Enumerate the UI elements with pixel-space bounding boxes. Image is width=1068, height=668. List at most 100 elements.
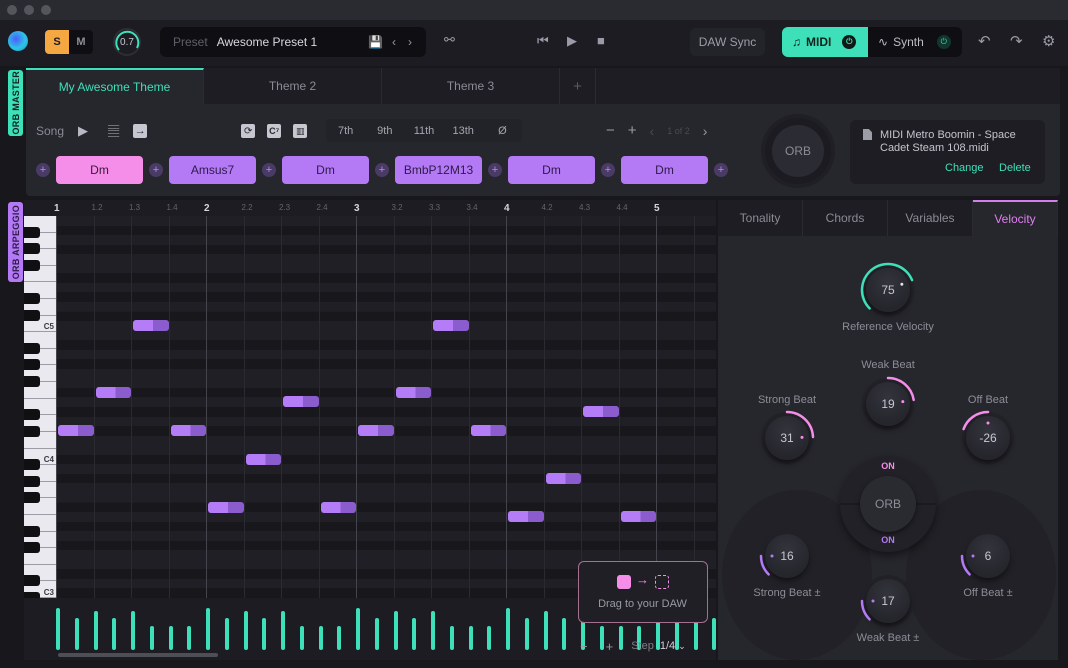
midi-note[interactable] xyxy=(433,320,469,332)
insert-chord-button[interactable]: + xyxy=(488,163,502,177)
velocity-bar[interactable] xyxy=(487,626,492,650)
velocity-bar[interactable] xyxy=(449,626,454,650)
change-file-link[interactable]: Change xyxy=(945,162,984,174)
link-icon[interactable]: ⚯ xyxy=(444,32,455,48)
chord-block[interactable]: Dm xyxy=(621,156,708,184)
chord-block[interactable]: Dm xyxy=(508,156,595,184)
velocity-bar[interactable] xyxy=(299,626,304,650)
reference-velocity-knob[interactable]: 75 xyxy=(860,262,914,312)
orb-master-tag[interactable]: ORB MASTER xyxy=(8,70,23,136)
tab-chords[interactable]: Chords xyxy=(803,200,888,236)
midi-note[interactable] xyxy=(320,501,356,513)
on-top-label[interactable]: ON xyxy=(840,461,936,471)
velocity-bar[interactable] xyxy=(374,618,379,650)
insert-chord-button[interactable]: + xyxy=(601,163,615,177)
ext-7th-button[interactable]: 7th xyxy=(326,119,365,142)
midi-note[interactable] xyxy=(395,386,431,398)
velocity-bar[interactable] xyxy=(243,610,248,650)
midi-note[interactable] xyxy=(620,511,656,523)
ext-none-button[interactable]: Ø xyxy=(483,119,522,142)
ext-11th-button[interactable]: 11th xyxy=(404,119,443,142)
midi-note[interactable] xyxy=(283,396,319,408)
tab-tonality[interactable]: Tonality xyxy=(718,200,803,236)
preset-selector[interactable]: Preset Awesome Preset 1 💾 ‹ › xyxy=(160,27,426,57)
song-play-icon[interactable]: ▶ xyxy=(78,123,88,139)
midi-note[interactable] xyxy=(170,425,206,437)
velocity-bar[interactable] xyxy=(206,608,210,650)
velocity-bar[interactable] xyxy=(356,608,360,650)
black-key[interactable] xyxy=(24,492,40,504)
velocity-bar[interactable] xyxy=(543,610,548,650)
save-preset-icon[interactable]: 💾 xyxy=(368,35,383,49)
drag-to-daw-box[interactable]: → Drag to your DAW xyxy=(578,561,708,623)
off-beat-knob[interactable]: -26 xyxy=(962,410,1010,460)
zoom-out-button[interactable]: − xyxy=(580,639,588,654)
black-key[interactable] xyxy=(24,342,40,354)
prev-preset-icon[interactable]: ‹ xyxy=(392,35,396,49)
zoom-window-button[interactable] xyxy=(41,5,51,15)
midi-mode-button[interactable]: ♫ MIDI ⏻ xyxy=(782,27,868,57)
black-key[interactable] xyxy=(24,243,40,255)
orb-center-button[interactable]: ORB xyxy=(860,476,916,532)
insert-chord-button[interactable]: + xyxy=(375,163,389,177)
prev-page-icon[interactable]: ‹ xyxy=(650,123,655,139)
horizontal-scrollbar[interactable] xyxy=(58,653,218,657)
black-key[interactable] xyxy=(24,359,40,371)
synth-power-icon[interactable]: ⏻ xyxy=(936,35,951,49)
insert-chord-button[interactable]: + xyxy=(149,163,163,177)
on-bottom-label[interactable]: ON xyxy=(840,535,936,545)
solo-button[interactable]: S xyxy=(45,30,69,54)
weak-beat-knob[interactable]: 19 xyxy=(866,376,915,426)
chord-block[interactable]: BmbP12M13 xyxy=(395,156,482,184)
velocity-bar[interactable] xyxy=(412,618,417,650)
black-key[interactable] xyxy=(24,226,40,238)
tab-velocity[interactable]: Velocity xyxy=(973,200,1058,236)
off-beat-range-knob[interactable]: 6 xyxy=(960,534,1010,578)
strong-beat-range-knob[interactable]: 16 xyxy=(759,534,809,578)
insert-chord-button[interactable]: + xyxy=(36,163,50,177)
tab-theme-1[interactable]: My Awesome Theme xyxy=(26,68,204,104)
black-key[interactable] xyxy=(24,409,40,421)
midi-note[interactable] xyxy=(545,472,581,484)
midi-power-icon[interactable]: ⏻ xyxy=(842,35,857,49)
tab-variables[interactable]: Variables xyxy=(888,200,973,236)
midi-note[interactable] xyxy=(245,453,281,465)
settings-gear-icon[interactable]: ⚙ xyxy=(1042,32,1055,50)
velocity-bar[interactable] xyxy=(506,608,510,650)
chord-block[interactable]: Dm xyxy=(56,156,143,184)
midi-note[interactable] xyxy=(208,501,244,513)
midi-note[interactable] xyxy=(133,320,169,332)
black-key[interactable] xyxy=(24,475,40,487)
black-key[interactable] xyxy=(24,525,40,537)
velocity-bar[interactable] xyxy=(262,618,267,650)
velocity-bar[interactable] xyxy=(468,626,473,650)
midi-note[interactable] xyxy=(58,425,94,437)
velocity-bar[interactable] xyxy=(168,626,173,650)
add-chord-button[interactable]: + xyxy=(628,122,637,139)
black-key[interactable] xyxy=(24,425,40,437)
velocity-bar[interactable] xyxy=(93,610,98,650)
velocity-bar[interactable] xyxy=(562,618,567,650)
timeline-ruler[interactable]: 1 1.2 1.3 1.4 2 2.2 2.3 2.4 3 3.2 3.3 3.4 4 4.2 4.3 4.4… xyxy=(24,200,716,216)
master-volume-knob[interactable]: 0.7 xyxy=(113,28,141,56)
refresh-icon[interactable]: ⟳ xyxy=(241,124,256,138)
piano-icon[interactable]: 𝄚 xyxy=(108,123,119,140)
keyboard-icon[interactable]: ▥ xyxy=(293,124,308,138)
black-key[interactable] xyxy=(24,575,40,587)
velocity-bar[interactable] xyxy=(524,618,529,650)
tab-theme-2[interactable]: Theme 2 xyxy=(204,68,382,104)
black-key[interactable] xyxy=(24,542,40,554)
play-button[interactable]: ▶ xyxy=(567,33,577,49)
black-key[interactable] xyxy=(24,376,40,388)
piano-keyboard[interactable]: C5 C4 C3 xyxy=(24,216,56,598)
remove-chord-button[interactable]: − xyxy=(606,122,615,139)
ext-9th-button[interactable]: 9th xyxy=(365,119,404,142)
export-arrow-icon[interactable]: → xyxy=(133,124,148,138)
velocity-bar[interactable] xyxy=(281,610,285,650)
chord-block[interactable]: Dm xyxy=(282,156,369,184)
velocity-bar[interactable] xyxy=(149,626,154,650)
velocity-bar[interactable] xyxy=(56,608,60,650)
velocity-bar[interactable] xyxy=(74,618,79,650)
undo-icon[interactable]: ↶ xyxy=(978,32,991,50)
black-key[interactable] xyxy=(24,459,40,471)
